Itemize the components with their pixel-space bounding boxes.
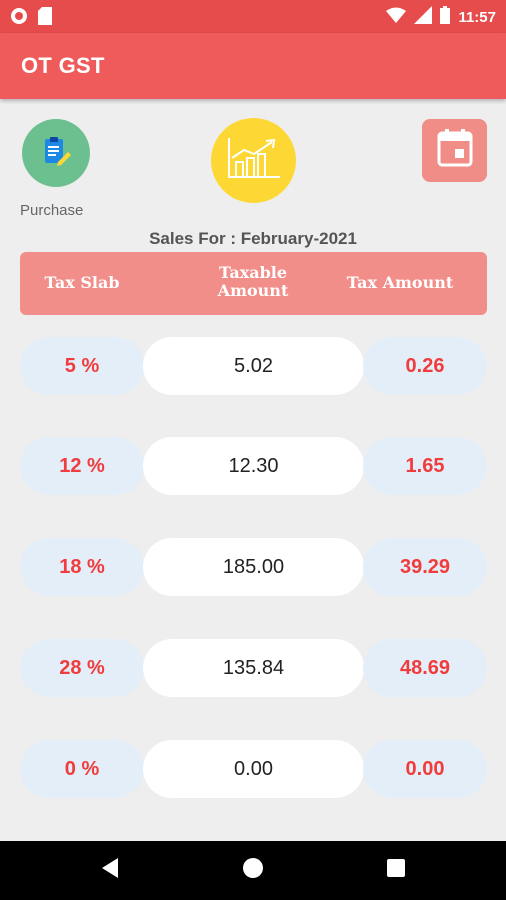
recents-icon [386, 858, 406, 883]
status-bar: 11:57 [0, 0, 506, 33]
app-bar: OT GST [0, 33, 506, 99]
notification-icon [10, 7, 28, 30]
wifi-icon [386, 7, 407, 28]
taxable-amount-cell: 0.00 [143, 740, 364, 798]
navigation-bar [0, 841, 506, 900]
header-tax-slab: Tax Slab [44, 273, 120, 292]
header-taxable-line1: Taxable [218, 263, 288, 282]
sales-for-label: Sales For : February-2021 [149, 229, 357, 248]
taxable-amount-cell: 185.00 [143, 538, 364, 596]
back-icon [100, 857, 120, 884]
taxable-amount-cell: 135.84 [143, 639, 364, 697]
clipboard-icon [39, 134, 73, 173]
battery-icon [440, 6, 451, 29]
purchase-label: Purchase [20, 202, 84, 219]
status-time: 11:57 [458, 9, 496, 26]
signal-icon [414, 6, 433, 29]
home-button[interactable] [223, 841, 283, 900]
calendar-icon [437, 129, 473, 172]
tax-slab-cell: 28 % [20, 639, 144, 697]
app-title: OT GST [21, 53, 105, 78]
calendar-button[interactable] [422, 119, 487, 182]
growth-chart-icon [226, 136, 282, 185]
taxable-amount-cell: 5.02 [143, 337, 364, 395]
table-header: Tax Slab Taxable Amount Tax Amount [20, 252, 487, 315]
header-tax-amount: Tax Amount [346, 273, 454, 292]
tax-amount-cell: 0.00 [363, 740, 487, 798]
home-icon [242, 857, 264, 884]
header-taxable-line2: Amount [217, 281, 289, 300]
table-row: 5 % 5.02 0.26 [0, 337, 506, 395]
tax-slab-cell: 0 % [20, 740, 144, 798]
tax-amount-cell: 0.26 [363, 337, 487, 395]
table-row: 28 % 135.84 48.69 [0, 639, 506, 697]
tax-slab-cell: 18 % [20, 538, 144, 596]
tax-slab-cell: 12 % [20, 437, 144, 495]
table-row: 0 % 0.00 0.00 [0, 740, 506, 798]
table-row: 18 % 185.00 39.29 [0, 538, 506, 596]
header-taxable-amount: Taxable Amount [186, 264, 320, 300]
recents-button[interactable] [366, 841, 426, 900]
tax-amount-cell: 48.69 [363, 639, 487, 697]
back-button[interactable] [80, 841, 140, 900]
tax-amount-cell: 39.29 [363, 538, 487, 596]
table-row: 12 % 12.30 1.65 [0, 437, 506, 495]
sales-button[interactable] [211, 118, 296, 203]
sd-card-icon [38, 7, 52, 30]
purchase-button[interactable] [22, 119, 90, 187]
tax-slab-cell: 5 % [20, 337, 144, 395]
taxable-amount-cell: 12.30 [143, 437, 364, 495]
tax-amount-cell: 1.65 [363, 437, 487, 495]
